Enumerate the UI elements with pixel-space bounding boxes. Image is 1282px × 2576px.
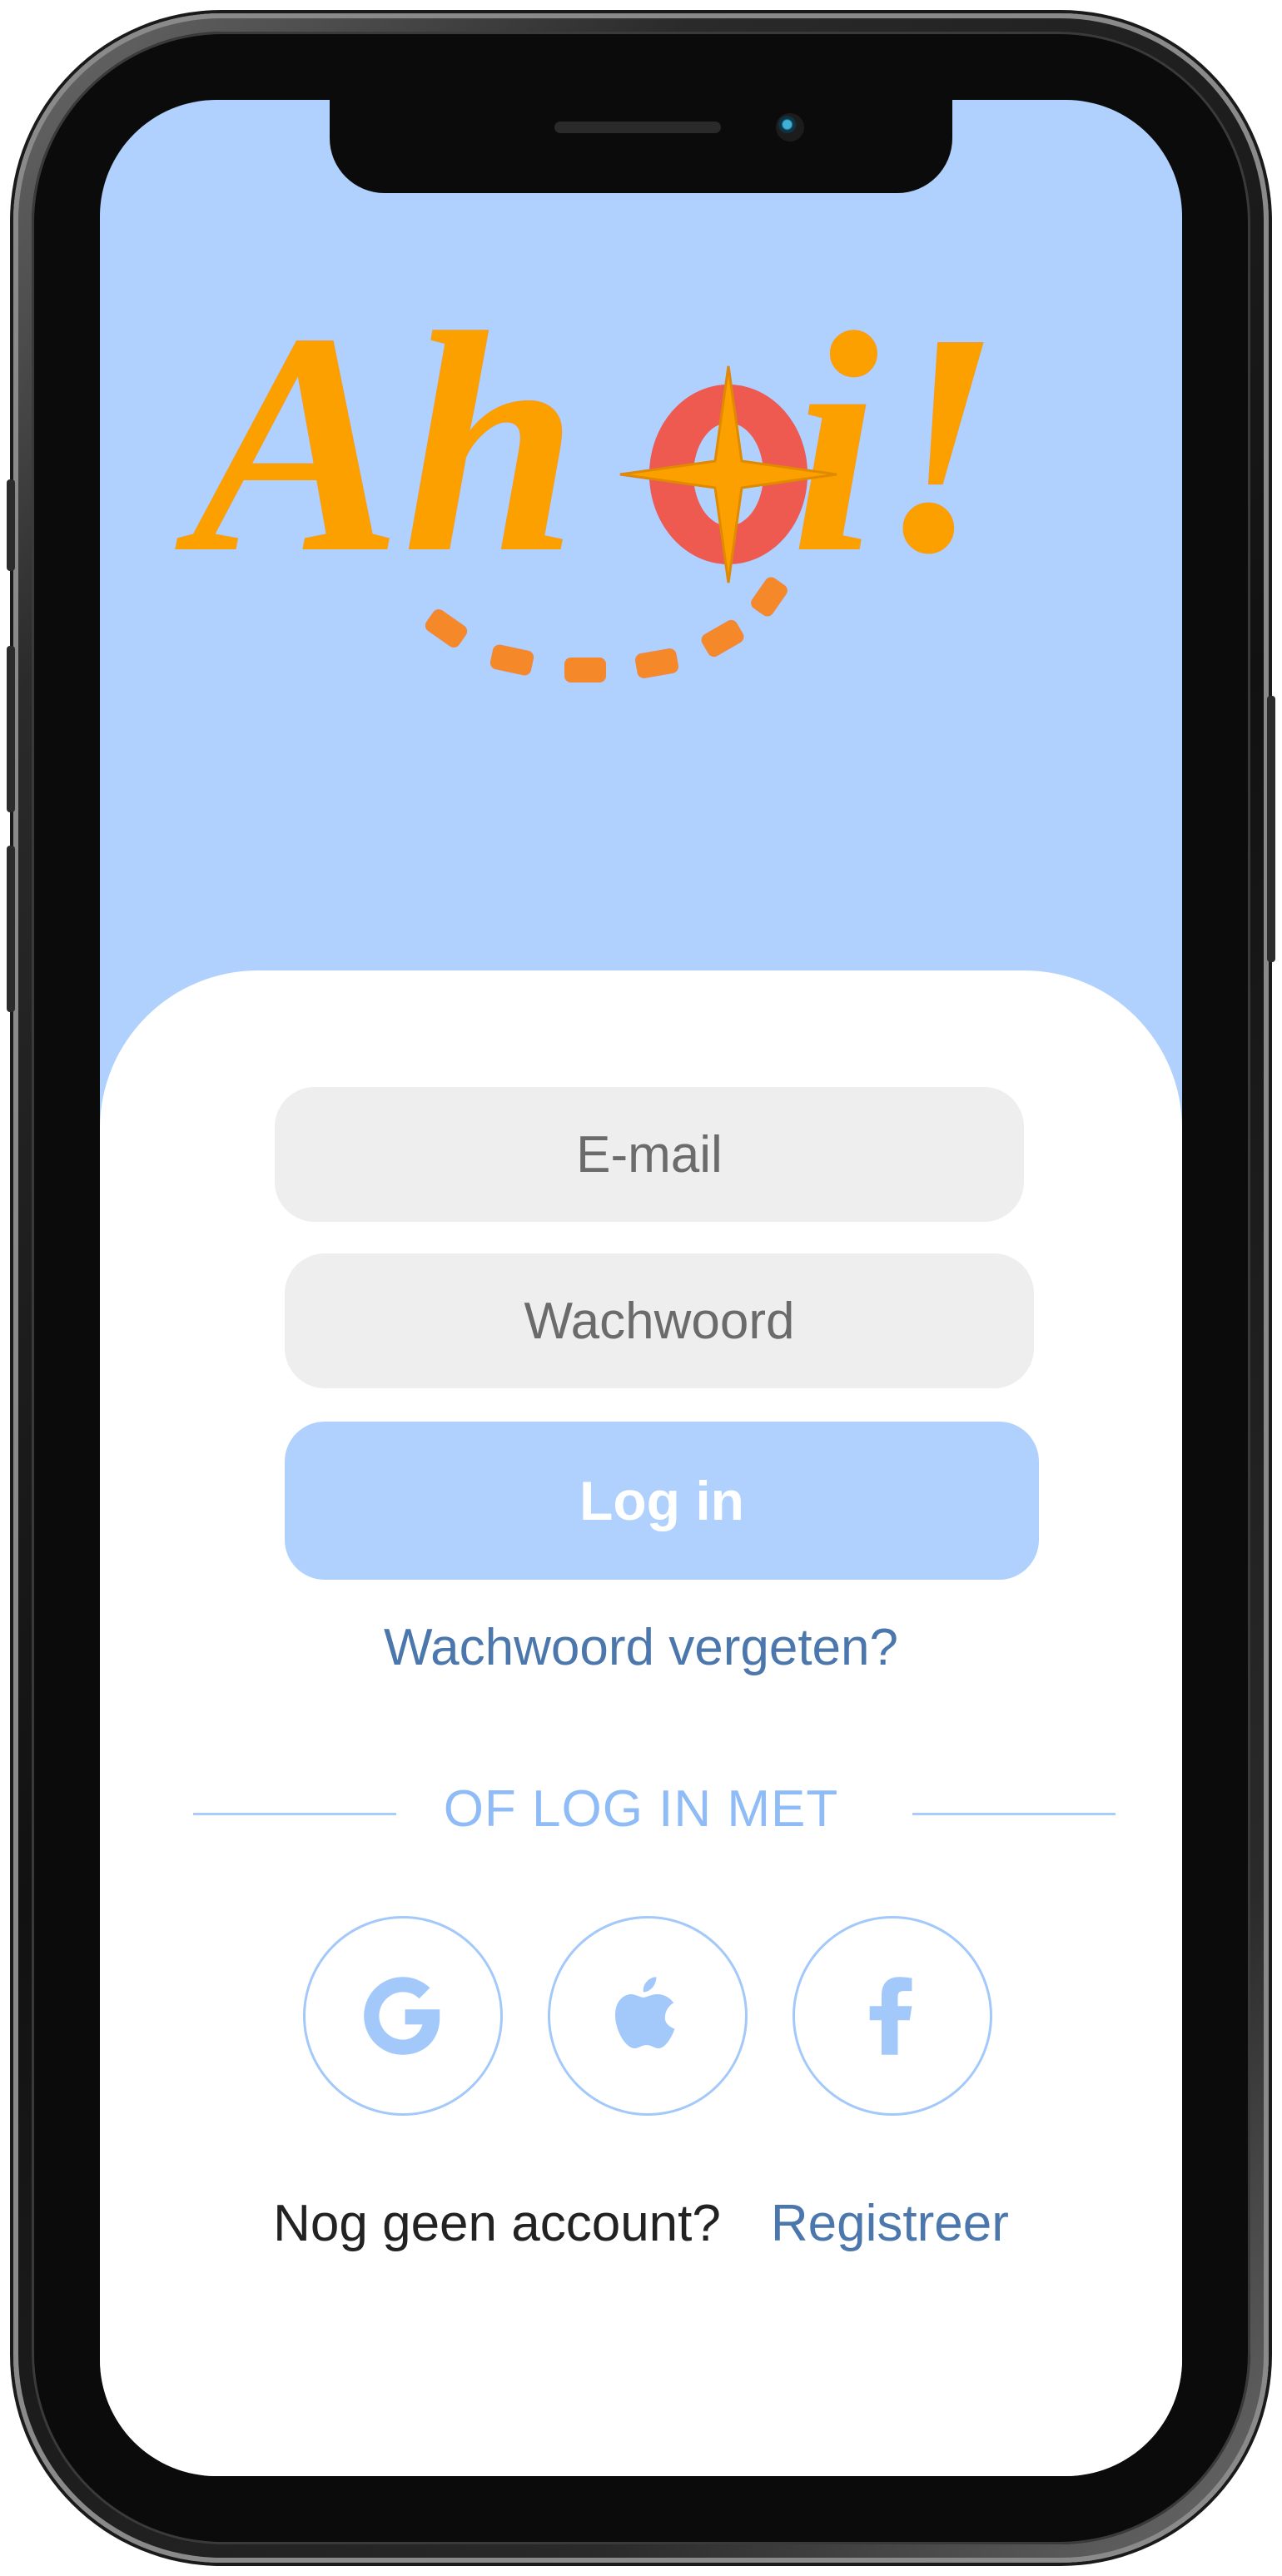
login-button[interactable]: Log in	[285, 1422, 1039, 1580]
forgot-password-link[interactable]: Wachwoord vergeten?	[100, 1618, 1182, 1677]
apple-icon	[615, 1977, 675, 2048]
phone-screen: Ah i! E-mail Log in Wachwoord vergeten? …	[100, 100, 1182, 2476]
google-icon	[364, 1977, 440, 2055]
social-divider-label: OF LOG IN MET	[443, 1780, 839, 1838]
register-link[interactable]: Registreer	[771, 2195, 1009, 2252]
ahoi-logo-graphic: Ah i!	[171, 268, 1001, 682]
logo-text-ah: Ah	[171, 268, 579, 618]
facebook-icon	[869, 1977, 912, 2055]
apple-login-button[interactable]	[548, 1916, 748, 2116]
password-field[interactable]	[285, 1253, 1034, 1388]
divider-line-right	[912, 1813, 1116, 1815]
logo-text-i: i!	[791, 268, 1001, 618]
no-account-text: Nog geen account?	[273, 2195, 721, 2252]
register-row: Nog geen account? Registreer	[100, 2194, 1182, 2253]
front-camera	[776, 113, 804, 141]
power-button	[1267, 696, 1275, 962]
volume-up-button	[7, 646, 15, 812]
login-card: Log in Wachwoord vergeten? OF LOG IN MET…	[100, 970, 1182, 2476]
mute-switch	[7, 479, 15, 571]
speaker-grille	[554, 122, 721, 133]
facebook-login-button[interactable]	[793, 1916, 992, 2116]
notch	[330, 100, 952, 193]
app-logo: Ah i!	[171, 266, 1091, 699]
email-field[interactable]	[275, 1087, 1024, 1222]
volume-down-button	[7, 846, 15, 1012]
google-login-button[interactable]	[303, 1916, 503, 2116]
